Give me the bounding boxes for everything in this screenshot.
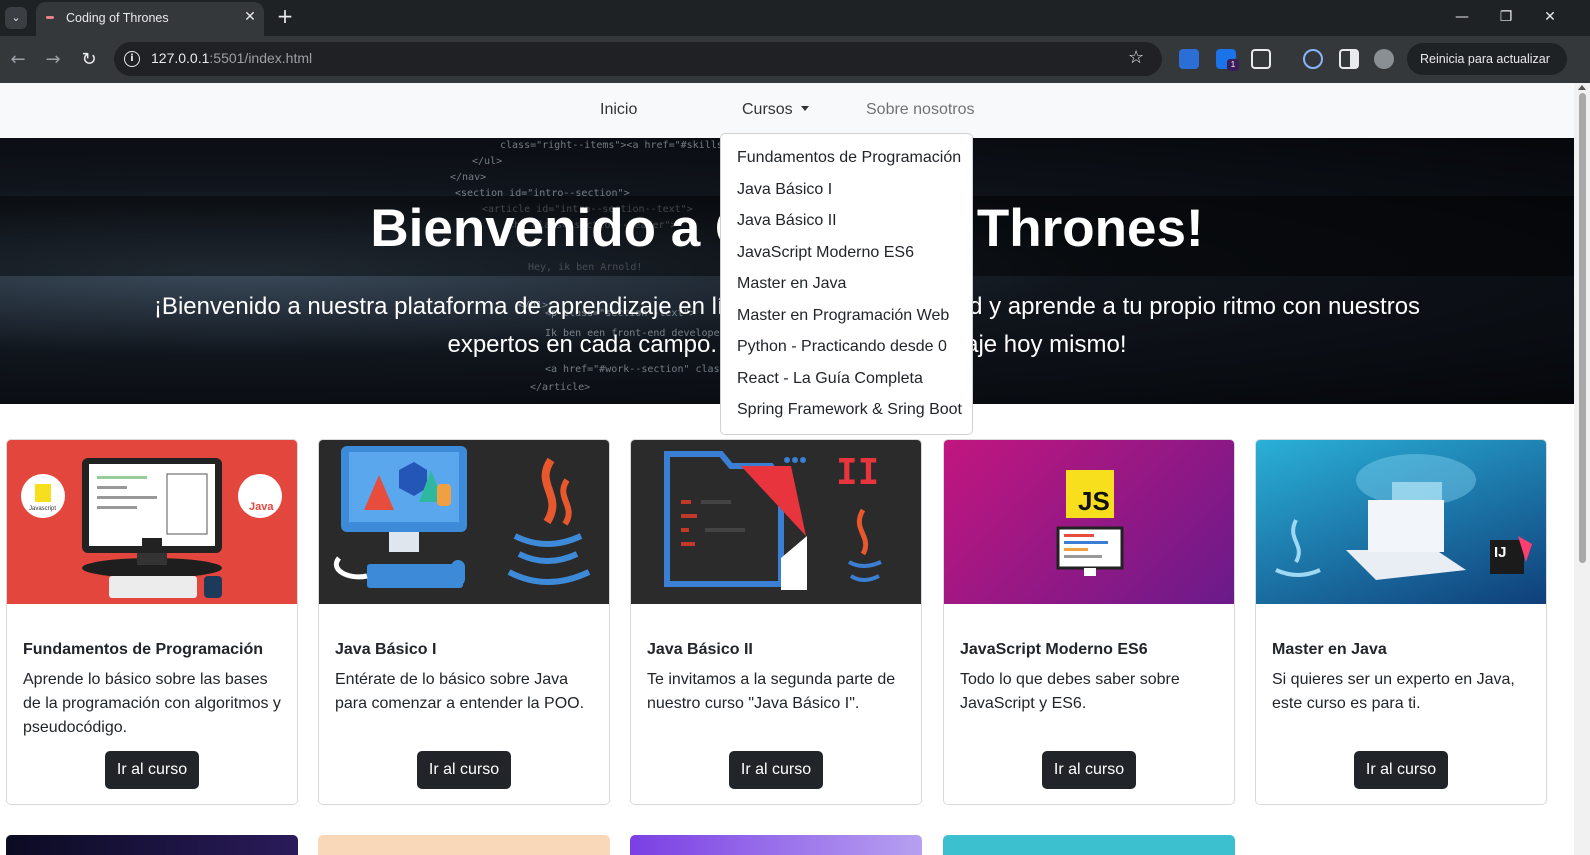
side-panel-icon[interactable] bbox=[1339, 49, 1359, 69]
url-text[interactable]: 127.0.0.1:5501/index.html bbox=[151, 50, 312, 66]
caret-down-icon bbox=[800, 106, 809, 111]
dropdown-item-python[interactable]: Python - Practicando desde 0 bbox=[721, 333, 972, 365]
course-card-text: Entérate de lo básico sobre Java para co… bbox=[335, 671, 585, 712]
forward-arrow-icon[interactable]: → bbox=[41, 48, 65, 72]
cursos-dropdown-menu: Fundamentos de Programación Java Básico … bbox=[720, 133, 973, 435]
course-card-title: Fundamentos de Programación bbox=[23, 641, 264, 658]
new-tab-button[interactable]: + bbox=[274, 5, 296, 27]
dropdown-item-spring[interactable]: Spring Framework & Sring Boot bbox=[721, 396, 972, 428]
close-window-icon[interactable]: ✕ bbox=[1536, 6, 1564, 28]
course-card-text: Aprende lo básico sobre las bases de la … bbox=[23, 671, 281, 736]
update-browser-button[interactable]: Reinicia para actualizar bbox=[1407, 43, 1567, 75]
dropdown-item-fundamentos[interactable]: Fundamentos de Programación bbox=[721, 144, 972, 176]
course-card: JS JavaScript Moderno ES6 Todo lo que de… bbox=[943, 439, 1235, 805]
download-icon[interactable] bbox=[1303, 49, 1323, 69]
course-card-text: Te invitamos a la segunda parte de nuest… bbox=[647, 671, 896, 712]
tab-search-button[interactable]: ⌄ bbox=[5, 7, 27, 29]
site-info-icon[interactable]: i bbox=[124, 51, 140, 67]
hero-code-line: class="right--items"><a href="#skills bbox=[500, 140, 723, 151]
hero-code-line: </ul> bbox=[472, 156, 503, 167]
dropdown-item-java-basico-1[interactable]: Java Básico I bbox=[721, 176, 972, 208]
restore-icon[interactable]: ❐ bbox=[1492, 6, 1520, 28]
browser-tab[interactable]: Coding of Thrones ✕ bbox=[36, 2, 264, 36]
course-image-fundamentos: Javascript Java bbox=[7, 440, 297, 604]
dropdown-item-react[interactable]: React - La Guía Completa bbox=[721, 365, 972, 397]
hero-code-line: <a href="#work--section" class= bbox=[545, 364, 732, 375]
course-card-text: Si quieres ser un experto en Java, este … bbox=[1272, 671, 1515, 712]
profile-avatar[interactable] bbox=[1374, 49, 1394, 69]
course-card-title: JavaScript Moderno ES6 bbox=[960, 641, 1148, 658]
reload-icon[interactable]: ↻ bbox=[77, 48, 101, 72]
browser-toolbar: ← → ↻ i 127.0.0.1:5501/index.html ☆ 1 Re… bbox=[0, 36, 1590, 83]
scrollbar-thumb[interactable] bbox=[1579, 93, 1586, 563]
course-card: IJ Master en Java Si quieres ser un expe… bbox=[1255, 439, 1547, 805]
nav-link-inicio[interactable]: Inicio bbox=[600, 101, 637, 119]
go-to-course-button[interactable]: Ir al curso bbox=[1354, 751, 1448, 789]
course-card: Java Básico I Entérate de lo básico sobr… bbox=[318, 439, 610, 805]
go-to-course-button[interactable]: Ir al curso bbox=[729, 751, 823, 789]
address-bar[interactable]: i 127.0.0.1:5501/index.html ☆ bbox=[114, 42, 1162, 76]
scroll-up-arrow-icon[interactable] bbox=[1578, 85, 1586, 90]
dropdown-item-javascript-es6[interactable]: JavaScript Moderno ES6 bbox=[721, 239, 972, 271]
tab-close-icon[interactable]: ✕ bbox=[241, 8, 259, 26]
course-card-peek bbox=[630, 835, 922, 855]
course-card-title: Master en Java bbox=[1272, 641, 1387, 658]
hero-code-line: </article> bbox=[530, 382, 591, 393]
site-navbar: Inicio Cursos Sobre nosotros bbox=[0, 83, 1574, 138]
course-card-text: Todo lo que debes saber sobre JavaScript… bbox=[960, 671, 1180, 712]
course-image-java-basico-1 bbox=[319, 440, 609, 604]
hero-code-line: </nav> bbox=[450, 172, 487, 183]
course-card-peek bbox=[318, 835, 610, 855]
minimize-icon[interactable]: — bbox=[1448, 6, 1476, 28]
course-card-peek bbox=[6, 835, 298, 855]
course-image-javascript-es6: JS bbox=[944, 440, 1234, 604]
dropdown-item-master-java[interactable]: Master en Java bbox=[721, 270, 972, 302]
course-card-title: Java Básico II bbox=[647, 641, 753, 658]
course-image-java-basico-2: II bbox=[631, 440, 921, 604]
bookmark-star-icon[interactable]: ☆ bbox=[1128, 47, 1144, 68]
go-to-course-button[interactable]: Ir al curso bbox=[1042, 751, 1136, 789]
go-to-course-button[interactable]: Ir al curso bbox=[105, 751, 199, 789]
page-viewport: Inicio Cursos Sobre nosotros class="righ… bbox=[0, 83, 1574, 855]
course-image-master-java: IJ bbox=[1256, 440, 1546, 604]
dropdown-item-java-basico-2[interactable]: Java Básico II bbox=[721, 207, 972, 239]
course-card: II Java Básico II Te invitamos a la segu… bbox=[630, 439, 922, 805]
extension-icon[interactable] bbox=[1179, 49, 1199, 69]
back-arrow-icon[interactable]: ← bbox=[6, 48, 30, 72]
course-card-title: Java Básico I bbox=[335, 641, 437, 658]
extension-badge-icon[interactable]: 1 bbox=[1216, 49, 1239, 71]
course-card: Javascript Java Fundamentos de Programac… bbox=[6, 439, 298, 805]
nav-link-sobre-nosotros[interactable]: Sobre nosotros bbox=[866, 101, 975, 119]
tab-title: Coding of Thrones bbox=[66, 11, 169, 25]
course-card-peek bbox=[943, 835, 1235, 855]
page-scrollbar[interactable] bbox=[1574, 83, 1590, 855]
extensions-puzzle-icon[interactable] bbox=[1251, 49, 1271, 69]
browser-tab-bar: ⌄ Coding of Thrones ✕ + — ❐ ✕ bbox=[0, 0, 1590, 36]
go-to-course-button[interactable]: Ir al curso bbox=[417, 751, 511, 789]
tab-favicon-icon bbox=[46, 16, 54, 19]
nav-dropdown-cursos[interactable]: Cursos bbox=[742, 101, 809, 119]
dropdown-item-master-web[interactable]: Master en Programación Web bbox=[721, 302, 972, 334]
